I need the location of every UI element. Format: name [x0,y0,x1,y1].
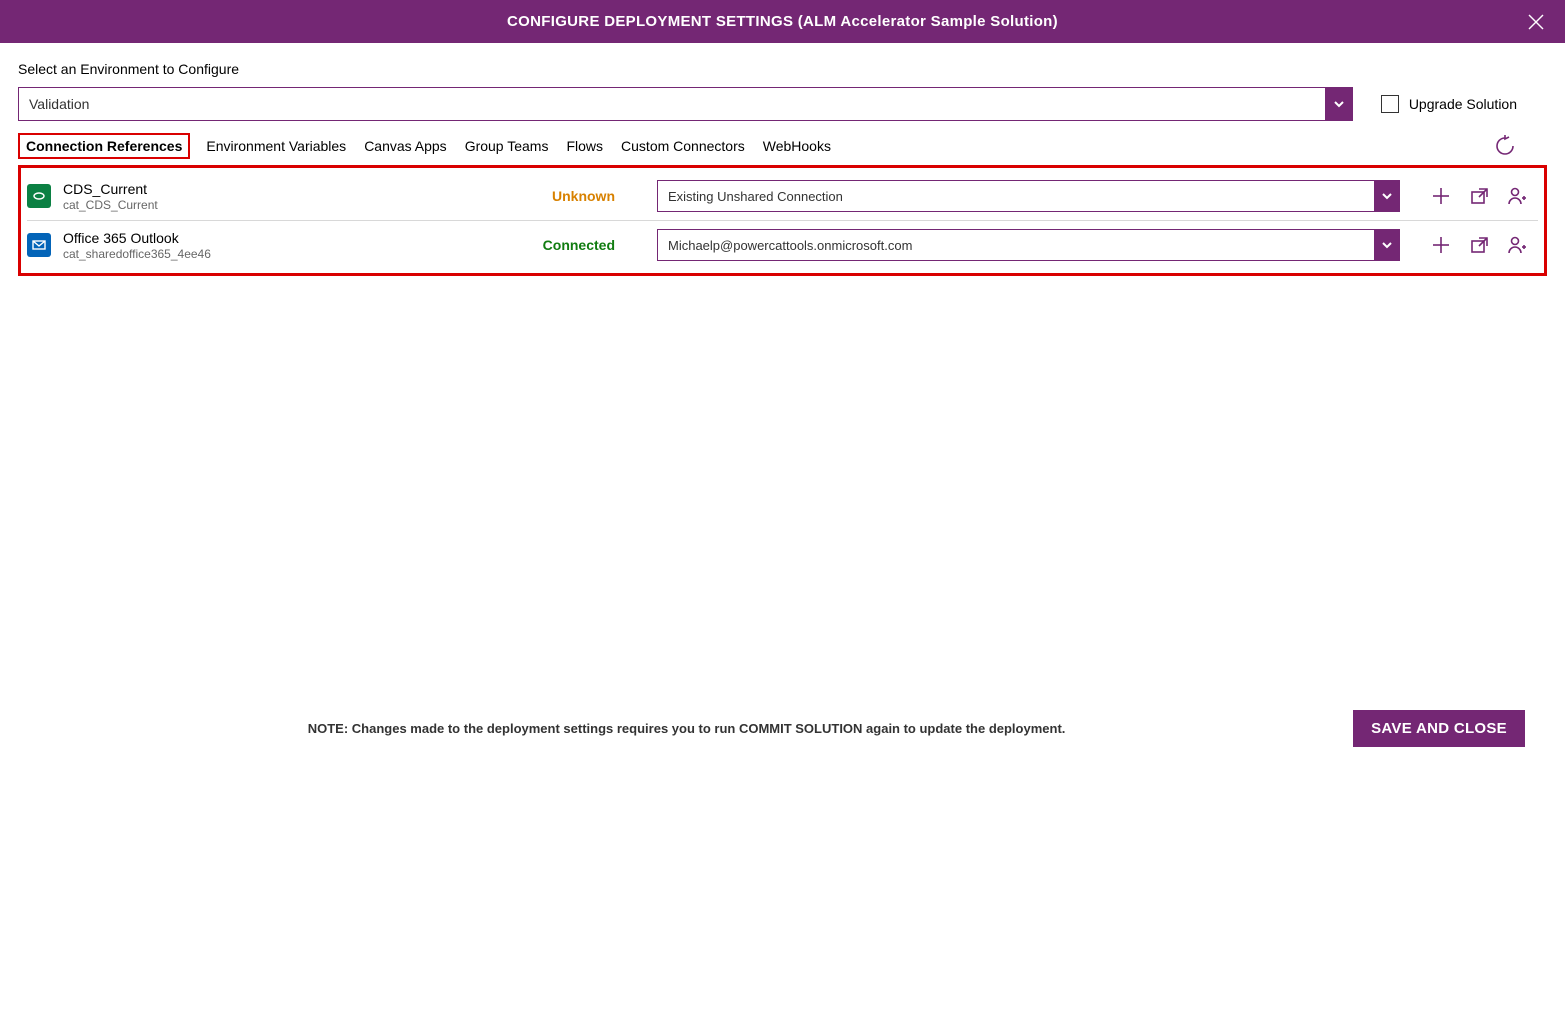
add-user-button[interactable] [1506,185,1528,207]
add-connection-button[interactable] [1430,185,1452,207]
chevron-down-icon [1381,239,1393,251]
plus-icon [1431,186,1451,206]
environment-row: Validation Upgrade Solution [18,87,1547,121]
connection-name-col: CDS_Current cat_CDS_Current [63,181,493,212]
open-external-icon [1469,235,1489,255]
environment-combo[interactable]: Validation [18,87,1353,121]
connection-row: CDS_Current cat_CDS_Current Unknown Exis… [27,172,1538,221]
connection-name: Office 365 Outlook [63,230,493,246]
tab-custom-connectors[interactable]: Custom Connectors [619,134,747,158]
tab-webhooks[interactable]: WebHooks [761,134,833,158]
dataverse-icon [27,184,51,208]
connection-select-wrap: Michaelp@powercattools.onmicrosoft.com [657,229,1400,261]
chevron-down-icon [1332,97,1346,111]
tab-flows[interactable]: Flows [564,134,605,158]
add-connection-button[interactable] [1430,234,1452,256]
close-button[interactable] [1525,11,1547,33]
user-plus-icon [1507,235,1527,255]
add-user-button[interactable] [1506,234,1528,256]
connection-select[interactable]: Michaelp@powercattools.onmicrosoft.com [657,229,1400,261]
outlook-icon [27,233,51,257]
connection-logical-name: cat_sharedoffice365_4ee46 [63,247,493,261]
save-and-close-button[interactable]: SAVE AND CLOSE [1353,710,1525,747]
connection-select-value[interactable]: Michaelp@powercattools.onmicrosoft.com [657,229,1374,261]
connection-select-value[interactable]: Existing Unshared Connection [657,180,1374,212]
connection-name-col: Office 365 Outlook cat_sharedoffice365_4… [63,230,493,261]
connection-status: Connected [505,237,615,253]
dialog-header: CONFIGURE DEPLOYMENT SETTINGS (ALM Accel… [0,0,1565,43]
footer-note: NOTE: Changes made to the deployment set… [20,721,1353,736]
user-plus-icon [1507,186,1527,206]
upgrade-solution-label: Upgrade Solution [1409,96,1517,112]
connection-name: CDS_Current [63,181,493,197]
checkbox-box[interactable] [1381,95,1399,113]
open-connection-button[interactable] [1468,234,1490,256]
environment-caret[interactable] [1325,87,1353,121]
connection-actions [1430,185,1528,207]
environment-value[interactable]: Validation [18,87,1325,121]
connection-select[interactable]: Existing Unshared Connection [657,180,1400,212]
connection-status: Unknown [505,188,615,204]
close-icon [1526,12,1546,32]
connection-select-caret[interactable] [1374,180,1400,212]
open-external-icon [1469,186,1489,206]
connection-select-wrap: Existing Unshared Connection [657,180,1400,212]
dialog-footer: NOTE: Changes made to the deployment set… [0,710,1565,747]
connection-logical-name: cat_CDS_Current [63,198,493,212]
connection-actions [1430,234,1528,256]
dialog-content: Select an Environment to Configure Valid… [0,43,1565,276]
open-connection-button[interactable] [1468,185,1490,207]
refresh-icon [1494,135,1516,157]
tab-canvas-apps[interactable]: Canvas Apps [362,134,449,158]
plus-icon [1431,235,1451,255]
tabs: Connection References Environment Variab… [18,133,1547,159]
tab-group-teams[interactable]: Group Teams [463,134,551,158]
dialog-title: CONFIGURE DEPLOYMENT SETTINGS (ALM Accel… [507,13,1058,30]
upgrade-solution-checkbox[interactable]: Upgrade Solution [1381,95,1547,113]
connection-references-list: CDS_Current cat_CDS_Current Unknown Exis… [18,165,1547,276]
chevron-down-icon [1381,190,1393,202]
refresh-button[interactable] [1493,134,1517,158]
connection-select-caret[interactable] [1374,229,1400,261]
tab-connection-references[interactable]: Connection References [18,133,190,159]
connection-row: Office 365 Outlook cat_sharedoffice365_4… [27,221,1538,269]
tab-environment-variables[interactable]: Environment Variables [204,134,348,158]
environment-label: Select an Environment to Configure [18,61,1547,77]
